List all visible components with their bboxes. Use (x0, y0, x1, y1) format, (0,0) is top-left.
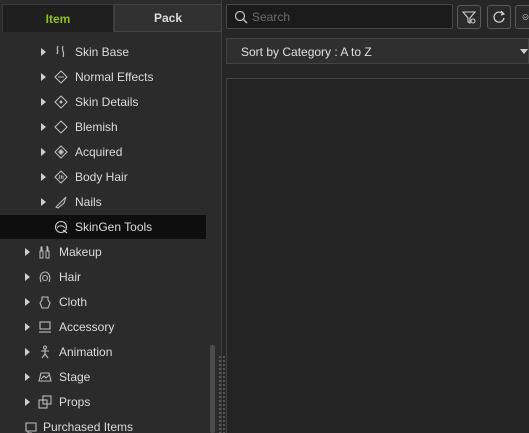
tree-item-label: Stage (59, 370, 91, 384)
circle-chevron-icon (522, 14, 529, 20)
expand-arrow-icon[interactable] (41, 148, 46, 156)
panel-tabs: Item Pack (2, 4, 222, 32)
tree-item-animation[interactable]: Animation (0, 340, 206, 364)
skingen-tools-icon (54, 220, 68, 234)
tree-item-label: Skin Details (75, 95, 139, 109)
expand-arrow-icon[interactable] (41, 48, 46, 56)
nails-icon (54, 195, 68, 209)
tree-item-label: Body Hair (75, 170, 128, 184)
library-tree-panel: Item Pack Skin Base Normal Effects Skin … (0, 0, 222, 433)
expand-arrow-icon[interactable] (25, 323, 30, 331)
content-grid[interactable] (226, 78, 529, 433)
filter-button[interactable] (457, 5, 481, 29)
tree-item-label: Normal Effects (75, 70, 154, 84)
blemish-icon (54, 120, 68, 134)
tree-scrollbar-thumb[interactable] (210, 345, 215, 433)
tree-item-normal-effects[interactable]: Normal Effects (0, 65, 206, 89)
tree-item-label: Hair (59, 270, 82, 284)
tree-item-label: Purchased Items (43, 420, 134, 433)
sort-label: Sort by Category : A to Z (241, 45, 372, 59)
purchased-items-icon (24, 420, 38, 433)
skin-base-icon (54, 45, 68, 59)
expand-arrow-icon[interactable] (25, 373, 30, 381)
search-input[interactable] (252, 8, 447, 26)
tree-item-label: Props (59, 395, 91, 409)
cloth-icon (38, 295, 52, 309)
tree-item-label: Blemish (75, 120, 118, 134)
search-box[interactable] (226, 4, 453, 29)
panel-resize-grip[interactable] (218, 355, 226, 433)
tree-item-cloth[interactable]: Cloth (0, 290, 206, 314)
tree-item-label: Cloth (59, 295, 88, 309)
search-icon (234, 10, 248, 24)
tree-item-purchased-items[interactable]: Purchased Items (0, 415, 206, 433)
tree-item-label: Animation (59, 345, 113, 359)
animation-icon (38, 345, 52, 359)
accessory-icon (38, 320, 52, 334)
expand-arrow-icon[interactable] (25, 348, 30, 356)
acquired-icon (54, 145, 68, 159)
expand-arrow-icon[interactable] (41, 98, 46, 106)
tree-item-label: Nails (75, 195, 102, 209)
tree-item-label: Acquired (75, 145, 123, 159)
props-icon (38, 395, 52, 409)
tree-item-label: Accessory (59, 320, 115, 334)
sort-dropdown[interactable]: Sort by Category : A to Z (226, 38, 529, 64)
tab-pack[interactable]: Pack (114, 4, 222, 32)
tree-item-label: Skin Base (75, 45, 130, 59)
expand-arrow-icon[interactable] (25, 248, 30, 256)
hair-icon (38, 270, 52, 284)
tree-item-stage[interactable]: Stage (0, 365, 206, 389)
expand-arrow-icon[interactable] (41, 198, 46, 206)
refresh-button[interactable] (487, 5, 511, 29)
tree-item-makeup[interactable]: Makeup (0, 240, 206, 264)
chevron-down-icon (520, 49, 528, 54)
tree-item-label: Makeup (59, 245, 102, 259)
tree-item-acquired[interactable]: Acquired (0, 140, 206, 164)
skin-details-icon (54, 95, 68, 109)
tree-item-body-hair[interactable]: Body Hair (0, 165, 206, 189)
tree-item-hair[interactable]: Hair (0, 265, 206, 289)
expand-arrow-icon[interactable] (25, 398, 30, 406)
tree-item-blemish[interactable]: Blemish (0, 115, 206, 139)
tree-item-skingen-tools[interactable]: SkinGen Tools (0, 215, 206, 239)
tree-item-skin-base[interactable]: Skin Base (0, 40, 206, 64)
stage-icon (38, 370, 52, 384)
tab-item[interactable]: Item (2, 4, 114, 32)
tree-item-nails[interactable]: Nails (0, 190, 206, 214)
expand-arrow-icon[interactable] (25, 298, 30, 306)
tree-item-accessory[interactable]: Accessory (0, 315, 206, 339)
tree-item-props[interactable]: Props (0, 390, 206, 414)
makeup-icon (38, 245, 52, 259)
refresh-icon (493, 10, 506, 23)
body-hair-icon (54, 170, 68, 184)
filter-icon (461, 11, 477, 24)
expand-arrow-icon[interactable] (41, 73, 46, 81)
expand-arrow-icon[interactable] (25, 273, 30, 281)
more-options-button[interactable] (515, 5, 529, 29)
normal-effects-icon (54, 70, 68, 84)
tree-item-skin-details[interactable]: Skin Details (0, 90, 206, 114)
expand-arrow-icon[interactable] (41, 123, 46, 131)
tree-item-label: SkinGen Tools (75, 220, 153, 234)
expand-arrow-icon[interactable] (41, 173, 46, 181)
